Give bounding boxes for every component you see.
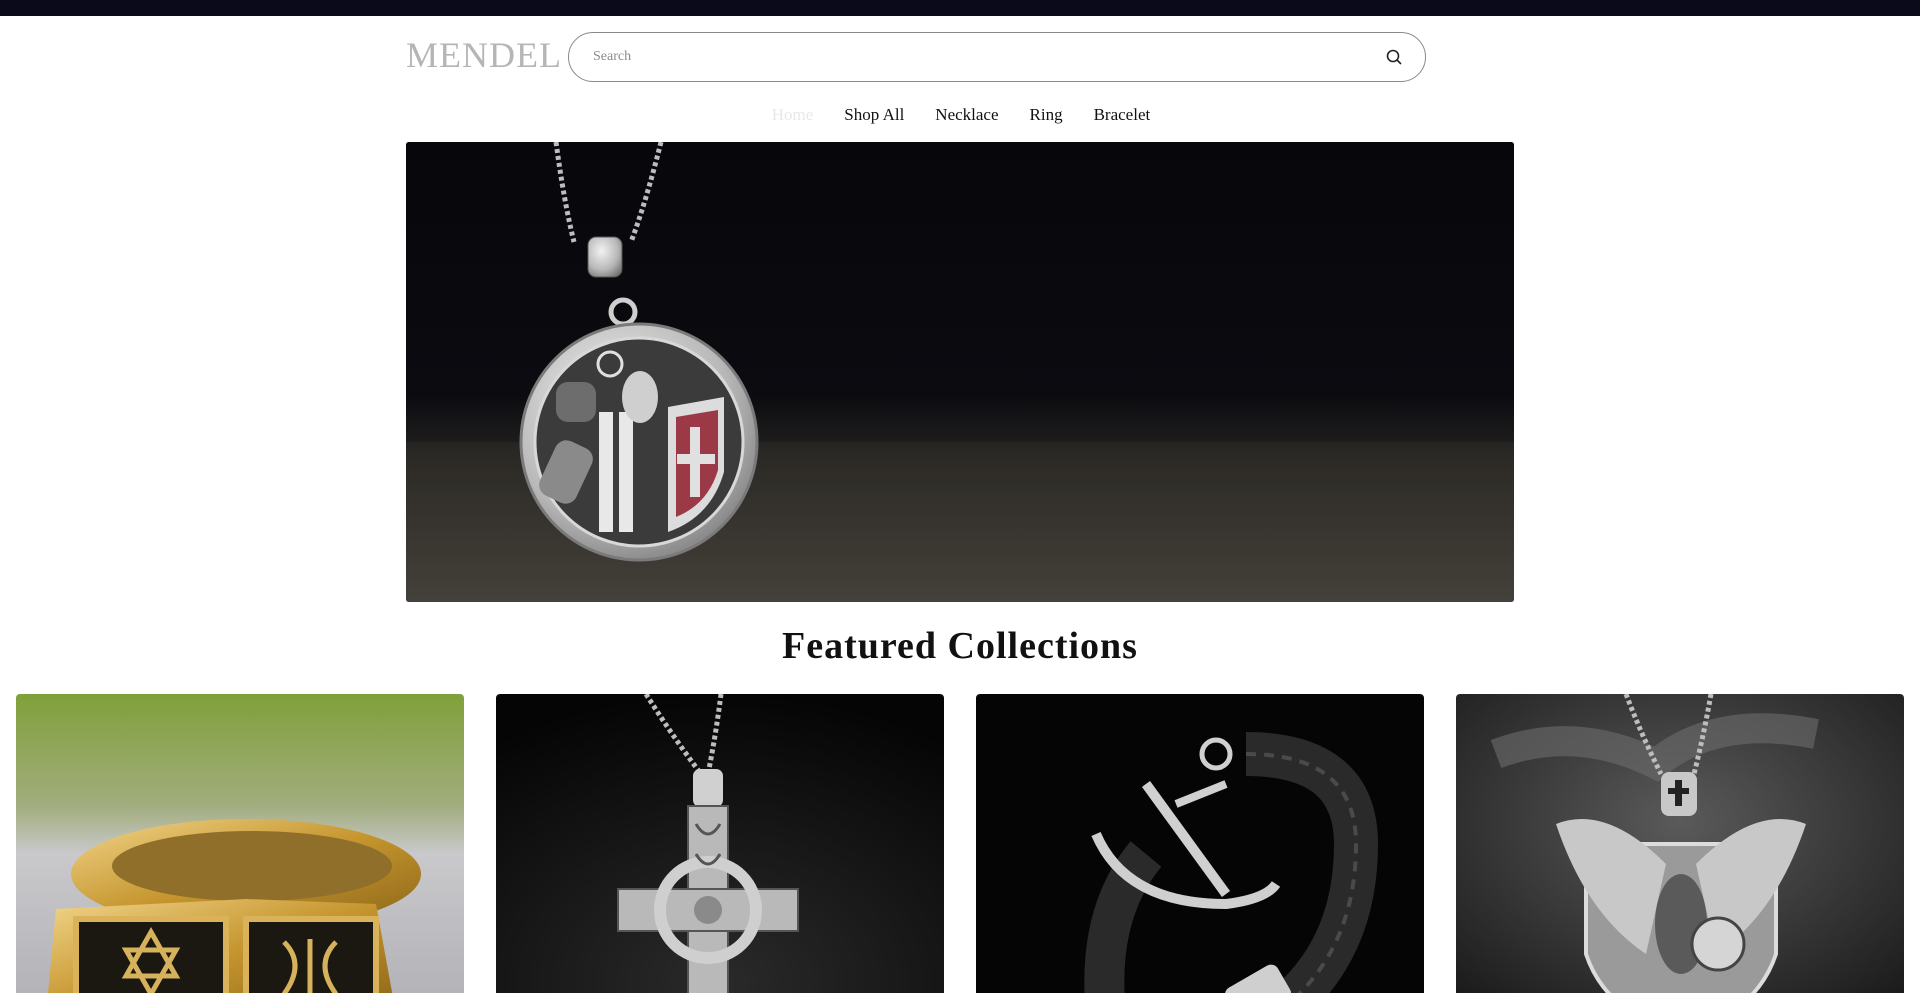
hero-medallion-image [406,142,1514,602]
search-input[interactable] [593,33,1353,81]
search-bar[interactable] [568,32,1426,82]
brand-logo[interactable]: MENDEL [406,34,562,76]
nav-item-shop-all[interactable]: Shop All [844,100,904,130]
nav-item-ring[interactable]: Ring [1030,100,1063,130]
collection-card-ring[interactable] [16,694,464,993]
nav-item-bracelet[interactable]: Bracelet [1094,100,1151,130]
collection-card-necklace[interactable] [496,694,944,993]
hero-banner[interactable] [406,142,1514,602]
gold-ring-image [16,694,464,993]
collection-card-pendant[interactable] [1456,694,1904,993]
featured-collections-grid [16,694,1904,993]
site-header: MENDEL [0,16,1920,96]
celtic-cross-image [496,694,944,993]
featured-collections-title: Featured Collections [782,625,1138,667]
main-nav: Home Shop All Necklace Ring Bracelet [0,100,1920,130]
anchor-bracelet-image [976,694,1424,993]
nav-item-home[interactable]: Home [772,100,814,130]
collection-card-bracelet[interactable] [976,694,1424,993]
search-icon[interactable] [1385,48,1403,66]
announcement-bar [0,0,1920,16]
nav-item-necklace[interactable]: Necklace [935,100,998,130]
eagle-shield-image [1456,694,1904,993]
